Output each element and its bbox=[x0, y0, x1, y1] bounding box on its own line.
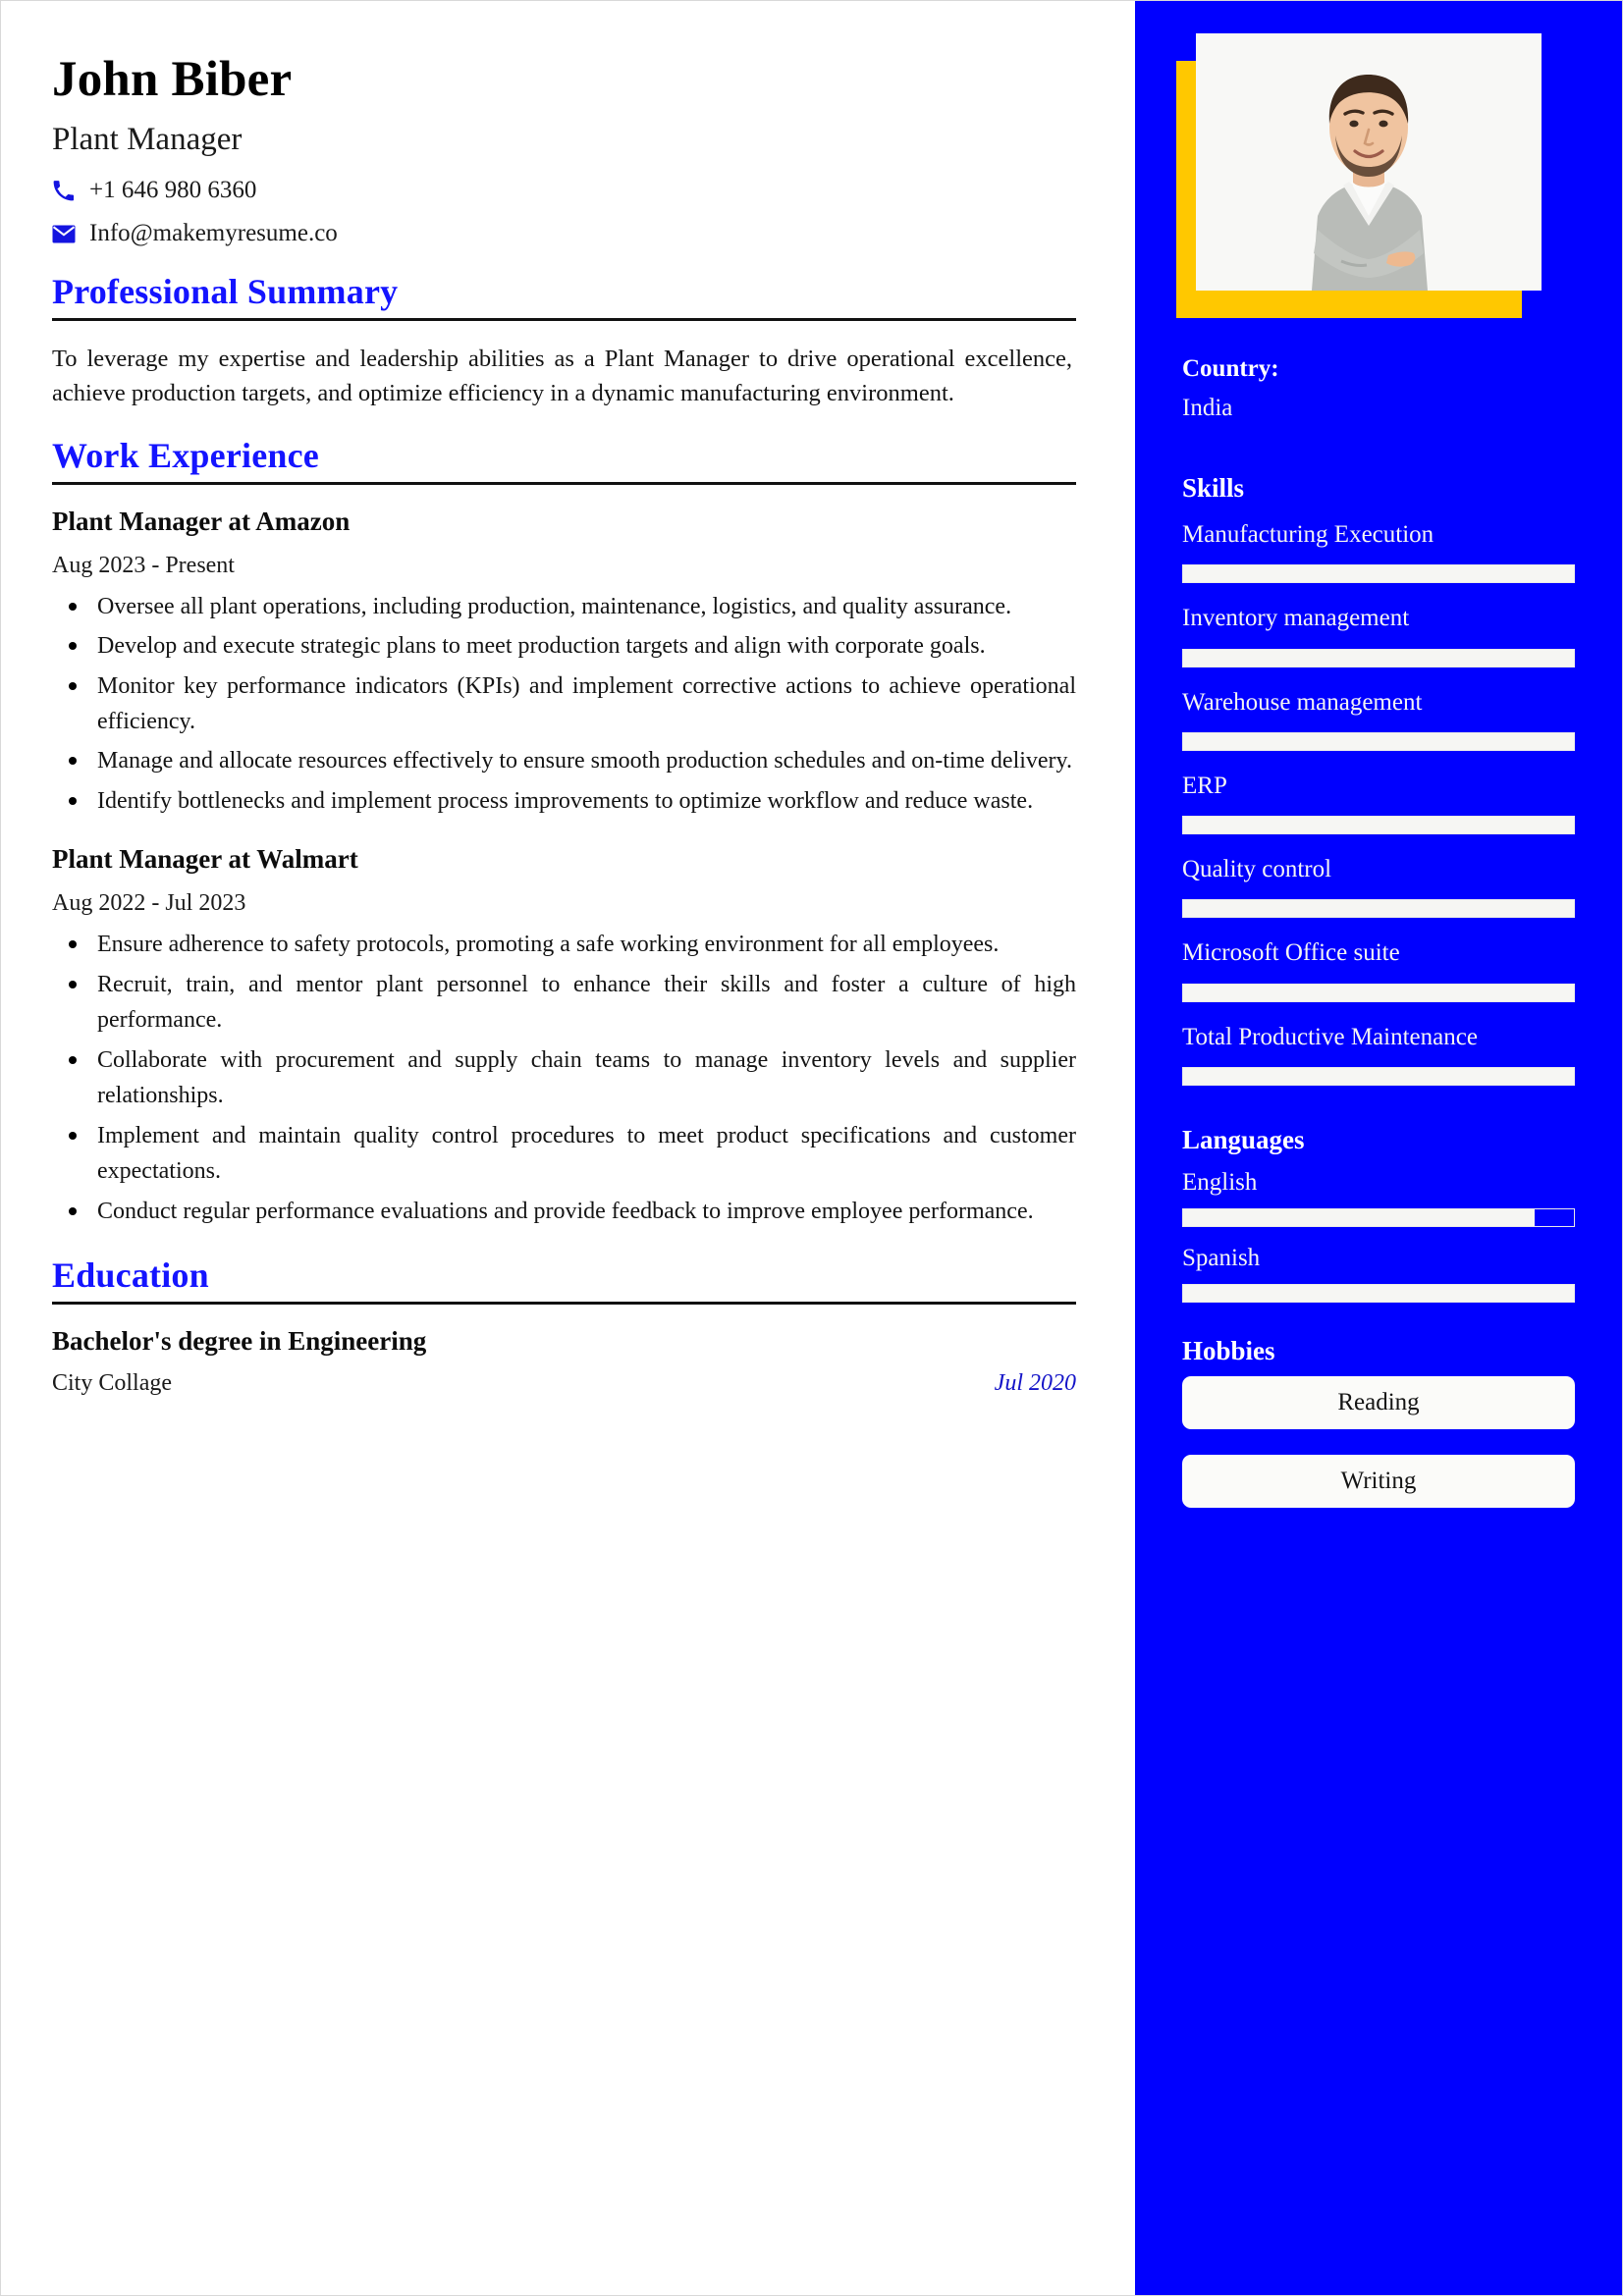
section-heading-experience: Work Experience bbox=[52, 435, 319, 475]
page-title: John Biber bbox=[52, 52, 293, 107]
summary-text: To leverage my expertise and leadership … bbox=[52, 346, 1072, 406]
hobbies-block: Hobbies Reading Writing bbox=[1182, 1336, 1575, 1508]
list-item: Ensure adherence to safety protocols, pr… bbox=[52, 927, 1076, 962]
skill-progress-fill bbox=[1183, 1067, 1574, 1085]
skill-progress-bar bbox=[1182, 983, 1575, 1002]
education-degree: Bachelor's degree in Engineering bbox=[52, 1326, 427, 1357]
main-column: John Biber Plant Manager +1 646 980 6360… bbox=[1, 1, 1135, 2295]
language-label: English bbox=[1182, 1168, 1258, 1196]
language-progress-fill bbox=[1183, 1284, 1574, 1302]
skill-label: Warehouse management bbox=[1182, 688, 1423, 716]
skill-progress-bar bbox=[1182, 731, 1575, 751]
language-progress-bar bbox=[1182, 1207, 1575, 1227]
skill-progress-fill bbox=[1183, 817, 1574, 833]
section-divider bbox=[52, 318, 1076, 322]
skill-item: ERP bbox=[1182, 769, 1575, 834]
section-heading-summary: Professional Summary bbox=[52, 272, 399, 312]
list-item: Manage and allocate resources effectivel… bbox=[52, 743, 1076, 778]
skill-progress-fill bbox=[1183, 984, 1574, 1001]
email-value: Info@makemyresume.co bbox=[89, 220, 338, 247]
hobbies-heading: Hobbies bbox=[1182, 1335, 1275, 1365]
skill-progress-bar bbox=[1182, 1066, 1575, 1086]
hobby-pill: Writing bbox=[1182, 1454, 1575, 1508]
education-detail-row: City Collage Jul 2020 bbox=[52, 1370, 1076, 1397]
skill-label: Total Productive Maintenance bbox=[1182, 1023, 1478, 1050]
skills-heading: Skills bbox=[1182, 473, 1245, 503]
job-title: Plant Manager bbox=[52, 122, 243, 158]
contact-email-row: Info@makemyresume.co bbox=[52, 220, 1076, 247]
skill-progress-fill bbox=[1183, 900, 1574, 918]
list-item: Recruit, train, and mentor plant personn… bbox=[52, 967, 1076, 1039]
education-entry: Bachelor's degree in Engineering City Co… bbox=[52, 1326, 1076, 1397]
skill-label: ERP bbox=[1182, 772, 1227, 799]
skill-progress-fill bbox=[1183, 649, 1574, 667]
skill-item: Total Productive Maintenance bbox=[1182, 1020, 1575, 1086]
skill-progress-bar bbox=[1182, 648, 1575, 667]
skill-item: Warehouse management bbox=[1182, 685, 1575, 751]
education-school: City Collage bbox=[52, 1370, 172, 1397]
skill-progress-bar bbox=[1182, 564, 1575, 584]
skills-block: Skills Manufacturing Execution Inventory… bbox=[1182, 473, 1575, 1086]
skill-progress-fill bbox=[1183, 732, 1574, 750]
sidebar: Country: India Skills Manufacturing Exec… bbox=[1135, 1, 1622, 2295]
section-heading-education: Education bbox=[52, 1255, 209, 1296]
skill-label: Manufacturing Execution bbox=[1182, 521, 1434, 548]
contact-phone-row: +1 646 980 6360 bbox=[52, 177, 1076, 204]
section-divider bbox=[52, 1302, 1076, 1306]
phone-icon bbox=[52, 180, 85, 202]
list-item: Implement and maintain quality control p… bbox=[52, 1118, 1076, 1190]
experience-title: Plant Manager at Walmart bbox=[52, 844, 358, 875]
skill-progress-bar bbox=[1182, 816, 1575, 834]
country-label: Country: bbox=[1182, 355, 1279, 382]
experience-title: Plant Manager at Amazon bbox=[52, 506, 351, 536]
language-item: English bbox=[1182, 1169, 1575, 1227]
language-item: Spanish bbox=[1182, 1245, 1575, 1303]
skill-label: Microsoft Office suite bbox=[1182, 939, 1400, 967]
section-divider bbox=[52, 481, 1076, 485]
skill-label: Quality control bbox=[1182, 856, 1332, 882]
avatar bbox=[1196, 33, 1542, 291]
experience-bullet-list: Oversee all plant operations, including … bbox=[52, 589, 1076, 820]
experience-bullet-list: Ensure adherence to safety protocols, pr… bbox=[52, 927, 1076, 1229]
envelope-icon bbox=[52, 225, 85, 243]
list-item: Conduct regular performance evaluations … bbox=[52, 1194, 1076, 1229]
country-block: Country: India bbox=[1182, 355, 1575, 422]
list-item: Collaborate with procurement and supply … bbox=[52, 1042, 1076, 1114]
resume-page: John Biber Plant Manager +1 646 980 6360… bbox=[0, 0, 1623, 2296]
hobby-pill: Reading bbox=[1182, 1375, 1575, 1429]
experience-entry: Plant Manager at Walmart Aug 2022 - Jul … bbox=[52, 844, 1076, 1229]
country-value: India bbox=[1182, 395, 1233, 421]
languages-heading: Languages bbox=[1182, 1124, 1305, 1154]
list-item: Oversee all plant operations, including … bbox=[52, 589, 1076, 624]
skill-item: Manufacturing Execution bbox=[1182, 517, 1575, 584]
phone-value: +1 646 980 6360 bbox=[89, 177, 257, 204]
experience-dates: Aug 2022 - Jul 2023 bbox=[52, 890, 246, 917]
languages-block: Languages English Spanish bbox=[1182, 1125, 1575, 1303]
list-item: Monitor key performance indicators (KPIs… bbox=[52, 668, 1076, 740]
skill-progress-bar bbox=[1182, 899, 1575, 919]
skill-item: Quality control bbox=[1182, 852, 1575, 919]
language-label: Spanish bbox=[1182, 1244, 1261, 1271]
profile-photo-block bbox=[1176, 33, 1542, 318]
skill-item: Microsoft Office suite bbox=[1182, 935, 1575, 1002]
skill-label: Inventory management bbox=[1182, 605, 1410, 632]
skill-item: Inventory management bbox=[1182, 601, 1575, 667]
language-progress-bar bbox=[1182, 1283, 1575, 1303]
language-progress-fill bbox=[1183, 1208, 1536, 1226]
experience-dates: Aug 2023 - Present bbox=[52, 552, 235, 578]
education-date: Jul 2020 bbox=[994, 1370, 1076, 1397]
skill-progress-fill bbox=[1183, 565, 1574, 583]
experience-entry: Plant Manager at Amazon Aug 2023 - Prese… bbox=[52, 507, 1076, 820]
list-item: Develop and execute strategic plans to m… bbox=[52, 628, 1076, 664]
list-item: Identify bottlenecks and implement proce… bbox=[52, 783, 1076, 819]
